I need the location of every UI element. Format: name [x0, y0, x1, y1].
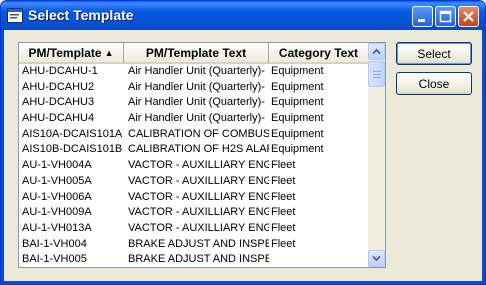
- window-frame-right: [482, 30, 485, 284]
- pm-template-cell: AU-1-VH013A: [22, 221, 92, 234]
- pm-template-cell: AHU-DCAHU2: [22, 80, 95, 93]
- thumb-grip-line: [373, 71, 381, 72]
- select-template-window: Select Template PM/Template ▲ PM/Templat…: [0, 0, 486, 285]
- minimize-icon: [418, 19, 425, 22]
- category-text-cell: Fleet: [271, 206, 296, 219]
- table-row[interactable]: AU-1-VH004A VACTOR - AUXILLIARY ENG Flee…: [19, 158, 369, 174]
- category-text-cell: Fleet: [271, 159, 296, 172]
- column-header-label: PM/Template Text: [145, 45, 247, 60]
- table-row[interactable]: AU-1-VH009A VACTOR - AUXILLIARY ENG Flee…: [19, 205, 369, 221]
- pm-template-cell: BAI-1-VH005: [22, 253, 87, 266]
- category-text-cell: [269, 252, 369, 267]
- pm-template-cell: AU-1-VH009A: [22, 206, 92, 219]
- category-text-cell: Equipment: [271, 80, 324, 93]
- pm-template-text-cell: VACTOR - AUXILLIARY ENG: [128, 206, 269, 219]
- pm-template-text-cell: VACTOR - AUXILLIARY ENG: [128, 174, 269, 187]
- column-header-pm-template[interactable]: PM/Template ▲: [19, 43, 124, 64]
- template-grid[interactable]: PM/Template ▲ PM/Template Text Category …: [18, 42, 386, 268]
- pm-template-cell: AIS10B-DCAIS101B: [22, 143, 123, 156]
- category-text-cell: Fleet: [271, 174, 296, 187]
- grid-header: PM/Template ▲ PM/Template Text Category …: [19, 43, 369, 64]
- sort-ascending-icon: ▲: [104, 47, 114, 58]
- table-row[interactable]: AHU-DCAHU-1 Air Handler Unit (Quarterly)…: [19, 64, 369, 80]
- pm-template-text-cell: BRAKE ADJUST AND INSPE: [128, 237, 269, 250]
- table-row[interactable]: BAI-1-VH005 BRAKE ADJUST AND INSPE: [19, 252, 369, 267]
- table-row[interactable]: AHU-DCAHU2 Air Handler Unit (Quarterly)-…: [19, 80, 369, 96]
- category-text-cell: Equipment: [271, 96, 324, 109]
- pm-template-cell: AHU-DCAHU4: [22, 112, 95, 125]
- thumb-grip-line: [373, 77, 381, 78]
- pm-template-cell: AU-1-VH005A: [22, 174, 92, 187]
- pm-template-cell: AIS10A-DCAIS101A: [22, 127, 123, 140]
- pm-template-text-cell: CALIBRATION OF COMBUSTI: [128, 127, 269, 140]
- category-text-cell: Fleet: [271, 190, 296, 203]
- table-row[interactable]: AIS10A-DCAIS101A CALIBRATION OF COMBUSTI…: [19, 127, 369, 143]
- select-button[interactable]: Select: [396, 42, 472, 65]
- category-text-cell: Equipment: [271, 127, 324, 140]
- chevron-up-icon: [372, 48, 381, 55]
- pm-template-cell: AHU-DCAHU3: [22, 96, 95, 109]
- table-row[interactable]: AIS10B-DCAIS101B CALIBRATION OF H2S ALAR…: [19, 142, 369, 158]
- pm-template-cell: AU-1-VH006A: [22, 190, 92, 203]
- table-row[interactable]: AU-1-VH006A VACTOR - AUXILLIARY ENG Flee…: [19, 190, 369, 206]
- table-row[interactable]: BAI-1-VH004 BRAKE ADJUST AND INSPE Fleet: [19, 237, 369, 253]
- pm-template-text-cell: CALIBRATION OF H2S ALAR: [128, 143, 269, 156]
- pm-template-cell: AHU-DCAHU-1: [22, 65, 98, 77]
- app-icon: [7, 8, 23, 23]
- scrollbar-thumb[interactable]: [368, 61, 385, 87]
- pm-template-text-cell: Air Handler Unit (Quarterly)-: [128, 65, 265, 77]
- title-bar[interactable]: Select Template: [1, 1, 485, 30]
- table-row[interactable]: AHU-DCAHU4 Air Handler Unit (Quarterly)-…: [19, 111, 369, 127]
- close-icon: [463, 11, 474, 22]
- category-text-cell: Equipment: [271, 65, 324, 77]
- pm-template-text-cell: BRAKE ADJUST AND INSPE: [128, 253, 269, 266]
- pm-template-text-cell: Air Handler Unit (Quarterly)-: [128, 96, 265, 109]
- category-text-cell: Fleet: [271, 221, 296, 234]
- window-title: Select Template: [28, 7, 134, 23]
- scroll-up-button[interactable]: [368, 43, 385, 60]
- pm-template-text-cell: VACTOR - AUXILLIARY ENG: [128, 190, 269, 203]
- category-text-cell: Equipment: [271, 112, 324, 125]
- table-row[interactable]: AHU-DCAHU3 Air Handler Unit (Quarterly)-…: [19, 95, 369, 111]
- column-header-category-text[interactable]: Category Text: [269, 43, 369, 64]
- window-frame-left: [1, 30, 4, 284]
- thumb-grip-line: [373, 74, 381, 75]
- pm-template-text-cell: VACTOR - AUXILLIARY ENG: [128, 159, 269, 172]
- chevron-down-icon: [372, 255, 381, 262]
- column-header-pm-template-text[interactable]: PM/Template Text: [124, 43, 269, 64]
- maximize-button[interactable]: [435, 6, 456, 27]
- column-header-label: Category Text: [278, 45, 359, 60]
- pm-template-cell: AU-1-VH004A: [22, 159, 92, 172]
- window-frame-bottom: [1, 281, 485, 284]
- grid-rows: AHU-DCAHU-1 Air Handler Unit (Quarterly)…: [19, 64, 369, 267]
- close-button[interactable]: Close: [396, 72, 472, 95]
- pm-template-cell: BAI-1-VH004: [22, 237, 87, 250]
- pm-template-text-cell: Air Handler Unit (Quarterly)-: [128, 80, 265, 93]
- category-text-cell: Fleet: [271, 237, 296, 250]
- table-row[interactable]: AU-1-VH013A VACTOR - AUXILLIARY ENG Flee…: [19, 221, 369, 237]
- close-window-button[interactable]: [458, 6, 479, 27]
- scroll-down-button[interactable]: [368, 250, 385, 267]
- maximize-icon: [439, 10, 452, 23]
- category-text-cell: Equipment: [271, 143, 324, 156]
- table-row[interactable]: AU-1-VH005A VACTOR - AUXILLIARY ENG Flee…: [19, 174, 369, 190]
- vertical-scrollbar[interactable]: [368, 43, 385, 267]
- column-header-label: PM/Template: [28, 45, 102, 60]
- pm-template-text-cell: Air Handler Unit (Quarterly)-: [128, 112, 265, 125]
- minimize-button[interactable]: [412, 6, 433, 27]
- pm-template-text-cell: VACTOR - AUXILLIARY ENG: [128, 221, 269, 234]
